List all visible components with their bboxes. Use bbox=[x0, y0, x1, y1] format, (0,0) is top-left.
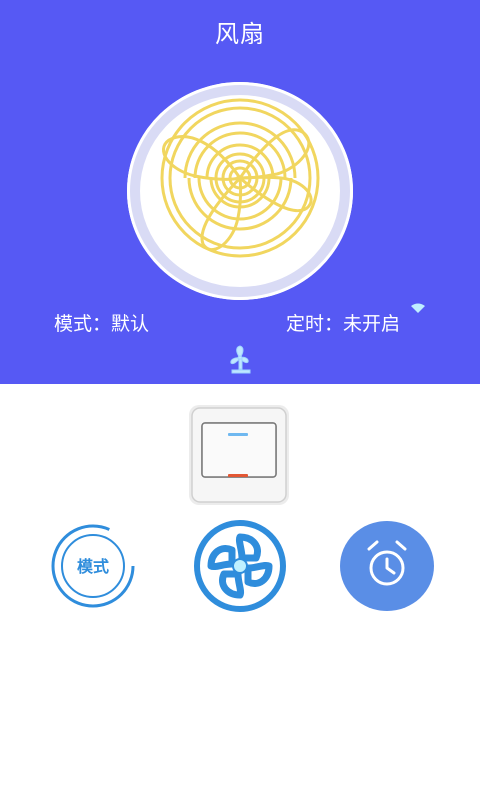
power-switch-icon bbox=[189, 405, 289, 505]
power-switch-button[interactable] bbox=[188, 404, 290, 506]
mode-button-label: 模式 bbox=[76, 557, 109, 576]
fan-status-panel: 风扇 模式：默认 定时：未开启 bbox=[0, 0, 480, 384]
page-title: 风扇 bbox=[215, 20, 265, 48]
timer-button[interactable] bbox=[340, 521, 434, 611]
alarm-clock-icon bbox=[367, 540, 407, 586]
fan-button[interactable] bbox=[193, 519, 287, 613]
fan-screen: 风扇 模式：默认 定时：未开启 模式 bbox=[0, 0, 480, 800]
small-fan-icon bbox=[230, 345, 251, 374]
fan-illustration-icon bbox=[127, 82, 353, 300]
fan-icon bbox=[194, 520, 286, 612]
timer-status: 定时：未开启 bbox=[286, 313, 401, 335]
mode-button[interactable]: 模式 bbox=[50, 523, 136, 609]
wifi-icon bbox=[411, 303, 425, 313]
mode-status: 模式：默认 bbox=[54, 313, 150, 335]
fan-display bbox=[127, 82, 353, 300]
